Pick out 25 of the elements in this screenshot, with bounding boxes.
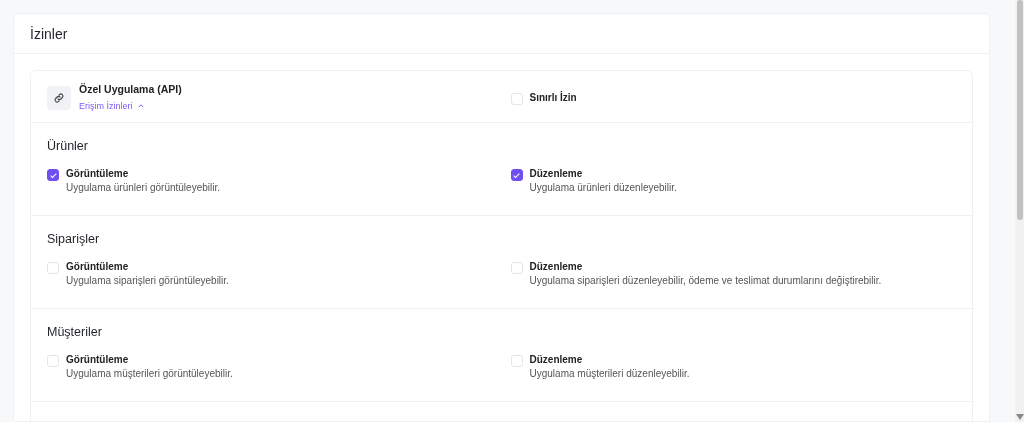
permission-description: Uygulama ürünleri düzenleyebilir.	[529, 182, 677, 193]
permission-description: Uygulama müşterileri görüntüleyebilir.	[66, 368, 233, 379]
permission-label: Düzenleme	[529, 168, 584, 179]
section-title: Siparişler	[47, 232, 101, 246]
link-icon	[47, 86, 71, 110]
scroll-down-icon[interactable]	[1016, 414, 1024, 420]
permission-description: Uygulama siparişleri düzenleyebilir, ödeme ve teslimat durumlarını değiştirebilir.	[529, 275, 882, 286]
permission-label: Düzenleme	[529, 261, 584, 272]
app-name: Özel Uygulama (API)	[79, 83, 182, 95]
access-permissions-link[interactable]: Erişim İzinleri	[79, 101, 144, 111]
limited-permission-label: Sınırlı İzin	[529, 91, 577, 103]
permission-description: Uygulama ürünleri görüntüleyebilir.	[66, 182, 220, 193]
section-title: Müşteriler	[47, 325, 103, 339]
checkbox[interactable]	[510, 169, 523, 181]
scrollbar[interactable]	[1015, 0, 1024, 422]
section-title: Ürünler	[47, 139, 89, 153]
permission-description: Uygulama müşterileri düzenleyebilir.	[529, 368, 690, 379]
card-title: İzinler	[30, 25, 68, 42]
permission-label: Görüntüleme	[66, 261, 130, 272]
checkbox[interactable]	[47, 169, 59, 181]
permission-label: Görüntüleme	[66, 168, 130, 179]
scrollbar-thumb[interactable]	[1016, 0, 1023, 220]
permission-label: Görüntüleme	[66, 354, 130, 365]
permission-label: Düzenleme	[529, 354, 584, 365]
permission-description: Uygulama siparişleri görüntüleyebilir.	[66, 275, 229, 286]
